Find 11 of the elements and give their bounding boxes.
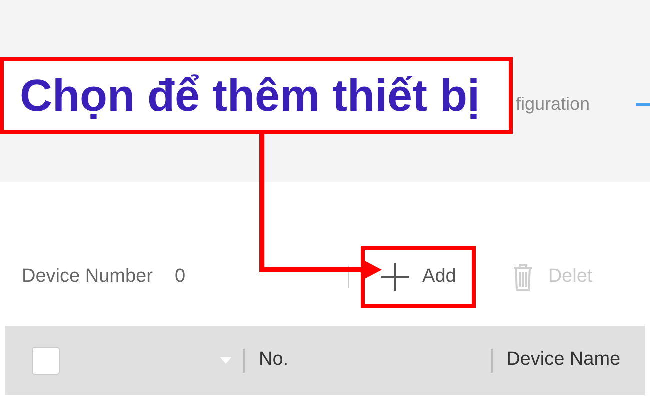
- callout-text: Chọn để thêm thiết bị: [20, 68, 480, 123]
- device-number-label: Device Number: [22, 264, 153, 289]
- caret-icon[interactable]: [220, 356, 232, 364]
- column-header: Device Name: [506, 348, 621, 372]
- select-all-checkbox[interactable]: [32, 346, 60, 374]
- add-button[interactable]: Add: [360, 246, 476, 308]
- trash-icon: [512, 262, 534, 292]
- device-number-value: 0: [174, 264, 186, 289]
- column-header: No.: [259, 348, 289, 372]
- step-label: figuration: [516, 93, 590, 116]
- plus-icon: [380, 263, 409, 291]
